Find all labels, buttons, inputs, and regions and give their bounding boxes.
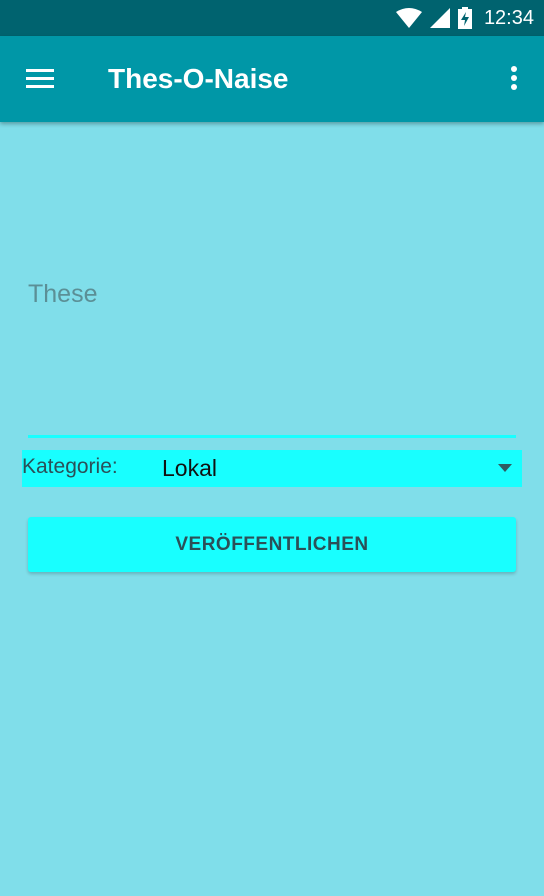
overflow-menu-button[interactable] <box>508 64 520 94</box>
cell-signal-icon <box>429 8 450 28</box>
category-selected-value: Lokal <box>162 455 217 481</box>
status-icons: 12:34 <box>395 0 534 36</box>
publish-button[interactable]: VERÖFFENTLICHEN <box>28 517 516 572</box>
dropdown-arrow-icon <box>498 464 512 472</box>
wifi-icon <box>395 8 422 28</box>
battery-charging-icon <box>457 7 472 29</box>
category-spinner[interactable]: Kategorie: Lokal <box>22 450 522 487</box>
menu-button[interactable] <box>24 67 56 91</box>
app-bar: Thes-O-Naise <box>0 36 544 122</box>
menu-icon <box>26 69 54 88</box>
status-bar: 12:34 <box>0 0 544 36</box>
thesis-input[interactable] <box>28 280 516 438</box>
app-title: Thes-O-Naise <box>108 63 289 94</box>
category-label: Kategorie: <box>22 455 118 478</box>
more-vert-icon <box>511 66 517 90</box>
status-time: 12:34 <box>483 6 534 29</box>
